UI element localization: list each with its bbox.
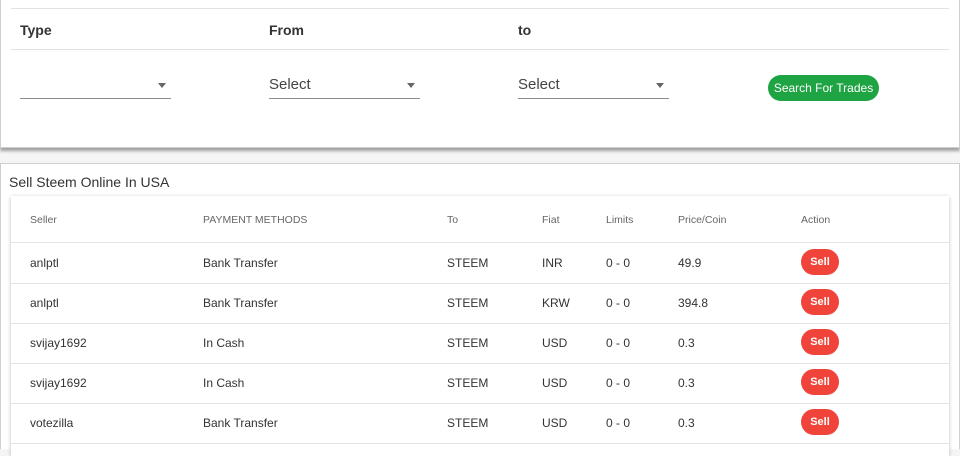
payment-method-cell: Bank Transfer	[203, 256, 278, 270]
price-cell: 394.8	[678, 296, 709, 310]
column-header-limits: Limits	[606, 214, 634, 226]
column-header-price-coin: Price/Coin	[678, 214, 727, 226]
payment-method-cell: In Cash	[203, 336, 245, 350]
sell-button[interactable]: Sell	[801, 409, 839, 435]
table-row: svijay1692 In Cash STEEM USD 0 - 0 0.3 S…	[11, 363, 949, 404]
table-row: svijay1692 In Cash STEEM USD 0 - 0 0.3 S…	[11, 323, 949, 364]
type-select[interactable]	[20, 72, 171, 99]
to-label: to	[518, 22, 532, 38]
table-row: anlptl Bank Transfer STEEM KRW 0 - 0 394…	[11, 283, 949, 324]
column-header-payment-methods: PAYMENT METHODS	[203, 214, 308, 226]
price-cell: 0.3	[678, 376, 695, 390]
price-cell: 49.9	[678, 256, 702, 270]
seller-cell[interactable]: svijay1692	[30, 336, 87, 350]
limits-cell: 0 - 0	[606, 376, 631, 390]
chevron-down-icon	[158, 83, 166, 88]
limits-cell: 0 - 0	[606, 296, 631, 310]
column-header-action: Action	[801, 214, 831, 226]
divider	[11, 49, 949, 50]
payment-method-cell: Bank Transfer	[203, 296, 278, 310]
to-cell: STEEM	[447, 376, 489, 390]
fiat-cell: USD	[542, 416, 568, 430]
price-cell: 0.3	[678, 336, 695, 350]
to-select[interactable]: Select	[518, 72, 669, 99]
to-cell: STEEM	[447, 296, 489, 310]
trades-table: Seller PAYMENT METHODS To Fiat Limits Pr…	[11, 196, 949, 456]
to-cell: STEEM	[447, 416, 489, 430]
results-title: Sell Steem Online In USA	[9, 174, 170, 190]
table-row: votezilla Bank Transfer STEEM USD 0 - 0 …	[11, 403, 949, 444]
column-header-to: To	[447, 214, 459, 226]
to-select-value: Select	[518, 76, 560, 93]
type-label: Type	[20, 22, 52, 38]
table-header: Seller PAYMENT METHODS To Fiat Limits Pr…	[11, 196, 949, 243]
results-panel: Sell Steem Online In USA Seller PAYMENT …	[0, 163, 960, 456]
payment-method-cell: Bank Transfer	[203, 416, 278, 430]
limits-cell: 0 - 0	[606, 256, 631, 270]
limits-cell: 0 - 0	[606, 416, 631, 430]
limits-cell: 0 - 0	[606, 336, 631, 350]
column-header-fiat: Fiat	[542, 214, 560, 226]
seller-cell[interactable]: anlptl	[30, 256, 59, 270]
trade-search-panel: Type From to Select Select Search For Tr…	[0, 0, 960, 148]
from-select[interactable]: Select	[269, 72, 420, 99]
sell-button[interactable]: Sell	[801, 369, 839, 395]
seller-cell[interactable]: anlptl	[30, 296, 59, 310]
fiat-cell: KRW	[542, 296, 570, 310]
divider	[11, 8, 949, 9]
fiat-cell: USD	[542, 376, 568, 390]
fiat-cell: INR	[542, 256, 563, 270]
to-cell: STEEM	[447, 256, 489, 270]
from-label: From	[269, 22, 304, 38]
sell-button[interactable]: Sell	[801, 249, 839, 275]
to-cell: STEEM	[447, 336, 489, 350]
sell-button[interactable]: Sell	[801, 289, 839, 315]
fiat-cell: USD	[542, 336, 568, 350]
chevron-down-icon	[407, 83, 415, 88]
table-row: anlptl Bank Transfer STEEM INR 0 - 0 49.…	[11, 243, 949, 284]
sell-button[interactable]: Sell	[801, 329, 839, 355]
payment-method-cell: In Cash	[203, 376, 245, 390]
price-cell: 0.3	[678, 416, 695, 430]
column-header-seller: Seller	[30, 214, 57, 226]
seller-cell[interactable]: votezilla	[30, 416, 73, 430]
chevron-down-icon	[656, 83, 664, 88]
from-select-value: Select	[269, 76, 311, 93]
search-for-trades-button[interactable]: Search For Trades	[768, 75, 879, 101]
seller-cell[interactable]: svijay1692	[30, 376, 87, 390]
